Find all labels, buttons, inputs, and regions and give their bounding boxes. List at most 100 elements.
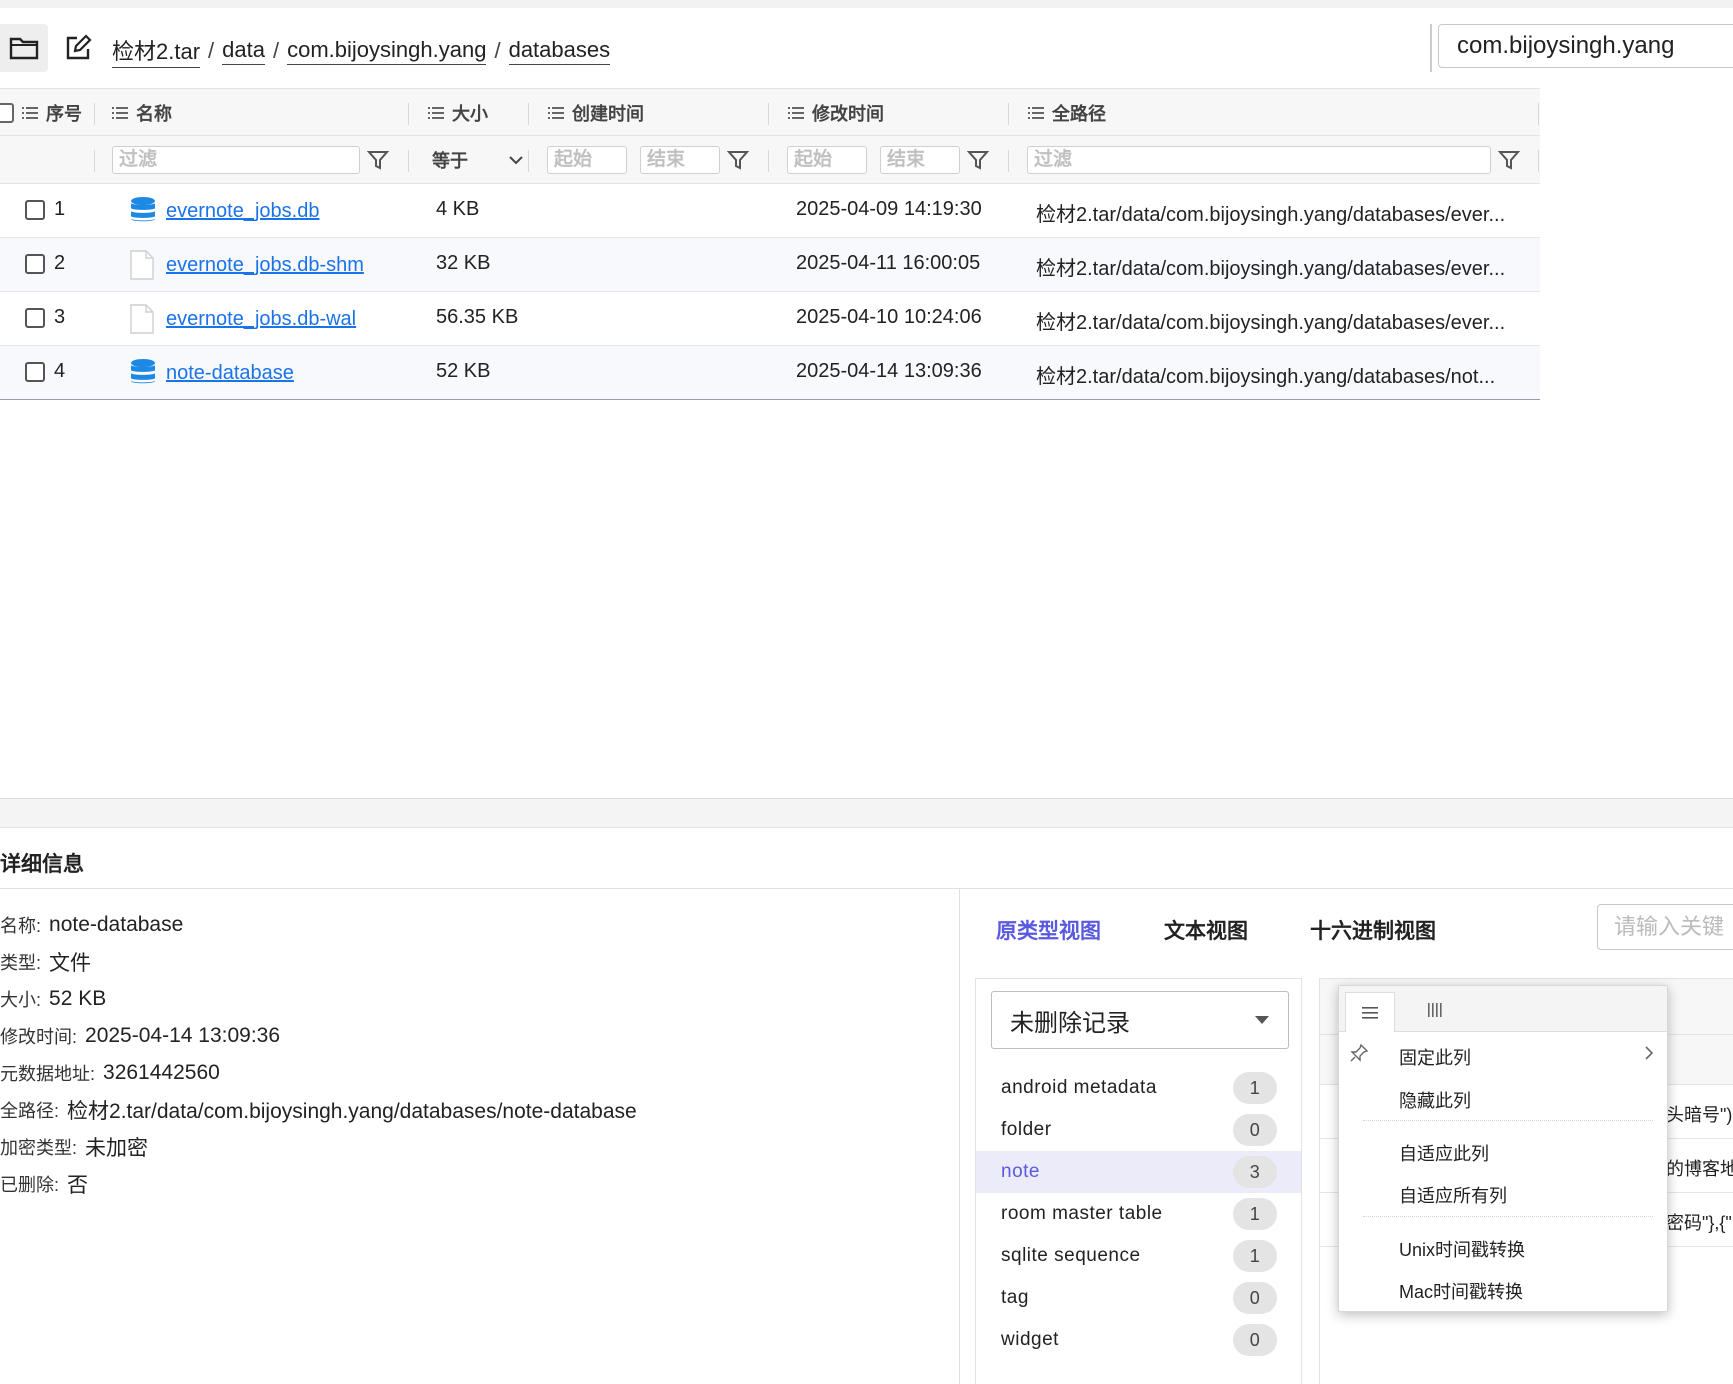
column-header-index[interactable]: 序号	[22, 89, 82, 137]
table-list-item[interactable]: tag 0	[976, 1277, 1301, 1319]
table-list-item[interactable]: android metadata 1	[976, 1067, 1301, 1109]
table-list-item[interactable]: widget 0	[976, 1319, 1301, 1361]
record-count-badge: 0	[1233, 1282, 1277, 1314]
database-icon	[131, 197, 155, 222]
menu-item-unix-timestamp[interactable]: Unix时间戳转换	[1399, 1236, 1525, 1262]
file-mtime: 2025-04-14 13:09:36	[796, 360, 982, 382]
detail-value: note-database	[49, 912, 184, 936]
menu-tab-columns[interactable]	[1423, 998, 1447, 1022]
breadcrumb-item[interactable]: 检材2.tar	[112, 34, 201, 68]
table-list-item[interactable]: room master table 1	[976, 1193, 1301, 1235]
breadcrumb-item[interactable]: com.bijoysingh.yang	[287, 37, 487, 65]
column-header-size[interactable]: 大小	[428, 89, 488, 137]
menu-item-mac-timestamp[interactable]: Mac时间戳转换	[1399, 1278, 1523, 1304]
edit-path-button[interactable]	[62, 32, 94, 64]
table-name: tag	[1001, 1287, 1029, 1308]
path-filter-input[interactable]: 过滤	[1027, 146, 1491, 174]
record-count-badge: 3	[1233, 1156, 1277, 1188]
table-row[interactable]: 3 evernote_jobs.db-wal 56.35 KB 2025-04-10 …	[0, 292, 1540, 346]
column-header-ctime[interactable]: 创建时间	[548, 89, 644, 137]
column-header-path[interactable]: 全路径	[1028, 89, 1106, 137]
breadcrumb-item[interactable]: databases	[508, 37, 611, 65]
file-name-link[interactable]: evernote_jobs.db	[166, 200, 319, 223]
table-row[interactable]: 4 note-database 52 KB 2025-04-14 13:09:36 检材…	[0, 346, 1540, 400]
list-icon	[112, 107, 128, 119]
tab-raw-view[interactable]: 原类型视图	[996, 915, 1101, 945]
filter-icon[interactable]	[1497, 148, 1521, 172]
record-count-badge: 1	[1233, 1198, 1277, 1230]
record-count-badge: 1	[1233, 1240, 1277, 1272]
detail-field: 名称: note-database	[0, 906, 637, 943]
column-divider[interactable]	[768, 103, 769, 125]
menu-item-pin-column[interactable]: 固定此列	[1399, 1044, 1471, 1070]
table-name: note	[1001, 1161, 1040, 1182]
ctime-end-input[interactable]: 结束	[640, 146, 720, 174]
file-name-link[interactable]: evernote_jobs.db-wal	[166, 308, 356, 331]
ctime-start-input[interactable]: 起始	[547, 146, 627, 174]
filter-icon[interactable]	[966, 148, 990, 172]
column-divider[interactable]	[408, 103, 409, 125]
row-checkbox[interactable]	[25, 308, 45, 328]
detail-field: 加密类型: 未加密	[0, 1128, 637, 1165]
filter-icon[interactable]	[366, 148, 390, 172]
detail-field: 大小: 52 KB	[0, 980, 637, 1017]
detail-key: 大小:	[0, 989, 42, 1010]
divider	[0, 888, 1733, 889]
tab-hex-view[interactable]: 十六进制视图	[1310, 915, 1436, 945]
row-checkbox[interactable]	[25, 254, 45, 274]
column-label: 创建时间	[572, 104, 644, 124]
top-strip	[0, 0, 1733, 8]
breadcrumb-item[interactable]: data	[222, 37, 265, 65]
table-list-item[interactable]: sqlite sequence 1	[976, 1235, 1301, 1277]
file-mtime: 2025-04-10 10:24:06	[796, 306, 982, 328]
row-checkbox[interactable]	[25, 200, 45, 220]
table-list-item[interactable]: note 3	[976, 1151, 1301, 1193]
detail-field: 类型: 文件	[0, 943, 637, 980]
tab-text-view[interactable]: 文本视图	[1164, 915, 1248, 945]
folder-button[interactable]	[0, 24, 48, 72]
table-row[interactable]: 1 evernote_jobs.db 4 KB 2025-04-09 14:19:30…	[0, 184, 1540, 238]
select-all-checkbox[interactable]	[0, 103, 14, 123]
file-name-link[interactable]: note-database	[166, 362, 294, 385]
detail-field: 修改时间: 2025-04-14 13:09:36	[0, 1017, 637, 1054]
column-header-mtime[interactable]: 修改时间	[788, 89, 884, 137]
column-divider[interactable]	[528, 103, 529, 125]
menu-tab-general[interactable]	[1345, 992, 1395, 1032]
keyword-search-input[interactable]: 请输入关键	[1597, 904, 1733, 950]
edit-icon	[66, 34, 92, 60]
detail-value: 3261442560	[103, 1060, 220, 1084]
panel-resize-handle[interactable]	[0, 798, 1733, 828]
file-name-link[interactable]: evernote_jobs.db-shm	[166, 254, 364, 277]
record-type-value: 未删除记录	[1010, 1009, 1130, 1037]
detail-value: 文件	[49, 951, 92, 975]
column-divider[interactable]	[1538, 103, 1539, 125]
filter-icon[interactable]	[726, 148, 750, 172]
column-label: 全路径	[1052, 104, 1106, 124]
menu-item-autofit-column[interactable]: 自适应此列	[1399, 1140, 1489, 1166]
file-size: 32 KB	[436, 252, 491, 274]
mtime-end-input[interactable]: 结束	[880, 146, 960, 174]
record-count-badge: 1	[1233, 1072, 1277, 1104]
size-operator-select[interactable]: 等于	[432, 146, 528, 174]
menu-tabs	[1339, 986, 1667, 1032]
menu-item-autofit-all[interactable]: 自适应所有列	[1399, 1182, 1507, 1208]
file-path: 检材2.tar/data/com.bijoysingh.yang/databas…	[1036, 204, 1506, 226]
column-divider[interactable]	[1008, 103, 1009, 125]
path-search-input[interactable]	[1438, 24, 1733, 68]
column-divider	[94, 150, 95, 172]
pin-icon	[1350, 1043, 1369, 1062]
detail-key: 元数据地址:	[0, 1063, 96, 1084]
column-header-name[interactable]: 名称	[112, 89, 172, 137]
toolbar: 检材2.tar / data / com.bijoysingh.yang / d…	[0, 8, 1733, 80]
row-checkbox[interactable]	[25, 362, 45, 382]
table-row[interactable]: 2 evernote_jobs.db-shm 32 KB 2025-04-11 16:…	[0, 238, 1540, 292]
chevron-right-icon	[1645, 1046, 1654, 1060]
table-list-item[interactable]: folder 0	[976, 1109, 1301, 1151]
column-label: 修改时间	[812, 104, 884, 124]
column-divider[interactable]	[94, 103, 95, 125]
menu-item-hide-column[interactable]: 隐藏此列	[1399, 1087, 1471, 1113]
name-filter-input[interactable]: 过滤	[112, 146, 360, 174]
record-type-select[interactable]: 未删除记录	[991, 991, 1289, 1049]
column-divider	[1008, 150, 1009, 172]
mtime-start-input[interactable]: 起始	[787, 146, 867, 174]
